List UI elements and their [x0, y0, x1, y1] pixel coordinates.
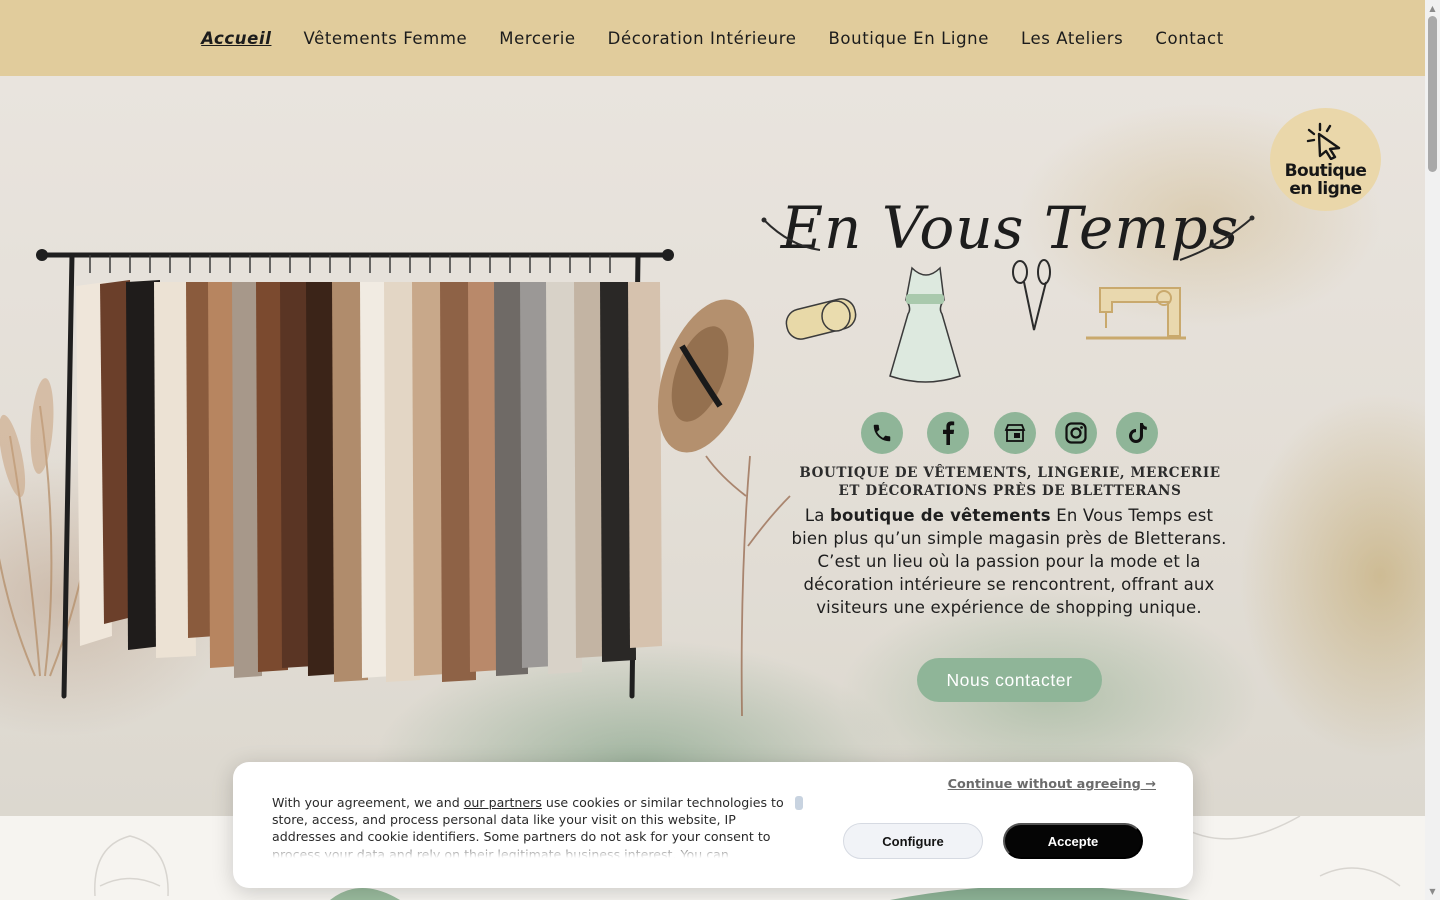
configure-button[interactable]: Configure [843, 823, 983, 859]
social-links [0, 412, 1425, 456]
instagram-icon[interactable] [1055, 412, 1097, 454]
sewing-machine-icon [1086, 287, 1186, 340]
cookie-consent-banner: Continue without agreeing → With your ag… [233, 762, 1193, 888]
text-fade [272, 842, 794, 858]
hero-tagline: Boutique de vêtements, lingerie, merceri… [799, 465, 1221, 499]
nav-item-mercerie[interactable]: Mercerie [499, 29, 575, 48]
scroll-down-arrow-icon[interactable]: ▼ [1428, 887, 1437, 896]
scroll-up-arrow-icon[interactable]: ▲ [1428, 4, 1437, 13]
dress-icon [889, 266, 961, 383]
cursor-click-icon [1306, 122, 1340, 160]
accept-button[interactable]: Accepte [1003, 823, 1143, 859]
sewing-illustrations [785, 259, 1186, 383]
nav-item-accueil[interactable]: Accueil [201, 29, 271, 48]
desc-bold: boutique de vêtements [830, 506, 1051, 525]
our-partners-link[interactable]: our partners [464, 795, 542, 810]
scrollbar-thumb[interactable] [1428, 16, 1437, 172]
page-scrollbar[interactable]: ▲ ▼ [1425, 0, 1440, 900]
nav-item-boutique-en-ligne[interactable]: Boutique En Ligne [829, 29, 989, 48]
phone-icon[interactable] [861, 412, 903, 454]
contact-cta-button[interactable]: Nous contacter [917, 658, 1102, 702]
main-nav: Accueil Vêtements Femme Mercerie Décorat… [0, 0, 1425, 76]
scissors-icon [1012, 259, 1051, 331]
desc-prefix: La [804, 506, 830, 525]
nav-item-contact[interactable]: Contact [1155, 29, 1223, 48]
cookie-text-scrollbar[interactable] [795, 796, 803, 810]
nav-item-les-ateliers[interactable]: Les Ateliers [1021, 29, 1123, 48]
cookie-text-part: With your agreement, we and [272, 795, 464, 810]
google-business-icon[interactable] [994, 412, 1036, 454]
tape-measure-icon [785, 298, 857, 340]
cookie-consent-text: With your agreement, we and our partners… [272, 794, 794, 858]
hero-section: Boutique en ligne En Vous Temps BOUTIQUE… [0, 76, 1425, 816]
facebook-icon[interactable] [927, 412, 969, 454]
hero-description: La boutique de vêtements En Vous Temps e… [786, 504, 1232, 619]
nav-item-decoration-interieure[interactable]: Décoration Intérieure [608, 29, 797, 48]
continue-without-agreeing-link[interactable]: Continue without agreeing → [948, 777, 1156, 792]
online-shop-badge[interactable]: Boutique en ligne [1270, 108, 1381, 211]
badge-label: Boutique en ligne [1284, 160, 1367, 199]
tiktok-icon[interactable] [1116, 412, 1158, 454]
nav-item-vetements-femme[interactable]: Vêtements Femme [303, 29, 467, 48]
